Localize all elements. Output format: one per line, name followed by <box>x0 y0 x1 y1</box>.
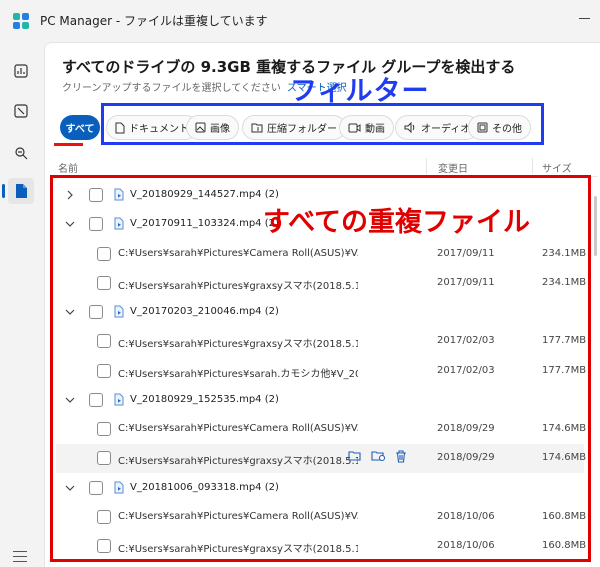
column-modified-header[interactable]: 変更日 <box>438 160 468 175</box>
nav-security-icon[interactable] <box>8 140 34 166</box>
filter-video-chip[interactable]: 動画 <box>339 115 394 140</box>
title-bar: PC Manager - ファイルは重複しています <box>0 0 600 42</box>
column-name-header[interactable]: 名前 <box>58 160 78 175</box>
filter-all-chip[interactable]: すべて <box>60 115 100 140</box>
video-icon <box>348 123 361 132</box>
filter-zip-chip[interactable]: 圧縮フォルダー <box>242 115 346 140</box>
scrollbar-thumb[interactable] <box>594 196 597 256</box>
filter-video-label: 動画 <box>365 124 385 135</box>
all-chip-underline <box>54 143 83 146</box>
filter-image-label: 画像 <box>210 124 230 135</box>
filter-zip-label: 圧縮フォルダー <box>267 124 337 135</box>
duplicates-annotation: すべての重複ファイル <box>263 207 531 238</box>
pc-manager-logo-icon <box>13 13 29 29</box>
column-separator <box>532 158 533 174</box>
image-icon <box>195 122 206 133</box>
nav-files-icon[interactable] <box>2 178 34 204</box>
filter-document-chip[interactable]: ドキュメント <box>106 115 198 140</box>
menu-icon[interactable] <box>13 551 27 563</box>
filter-image-chip[interactable]: 画像 <box>186 115 239 140</box>
column-size-header[interactable]: サイズ <box>542 160 572 175</box>
column-separator <box>426 158 427 174</box>
nav-rail <box>0 42 42 567</box>
nav-dashboard-icon[interactable] <box>8 58 34 84</box>
subtitle-text: クリーンアップするファイルを選択してください <box>62 83 281 94</box>
minimize-button[interactable] <box>578 8 592 22</box>
window-title: PC Manager - ファイルは重複しています <box>40 14 268 28</box>
document-icon <box>115 122 125 133</box>
other-icon <box>477 122 488 133</box>
audio-icon <box>404 122 415 133</box>
filter-audio-label: オーディオ <box>421 124 471 135</box>
zip-folder-icon <box>251 123 263 133</box>
nav-cleanup-icon[interactable] <box>8 98 34 124</box>
filter-other-label: その他 <box>492 124 522 135</box>
filter-audio-chip[interactable]: オーディオ <box>395 115 480 140</box>
page-title: すべてのドライブの 9.3GB 重複するファイル グループを検出する <box>62 58 516 76</box>
filter-document-label: ドキュメント <box>129 124 189 135</box>
filter-other-chip[interactable]: その他 <box>468 115 531 140</box>
